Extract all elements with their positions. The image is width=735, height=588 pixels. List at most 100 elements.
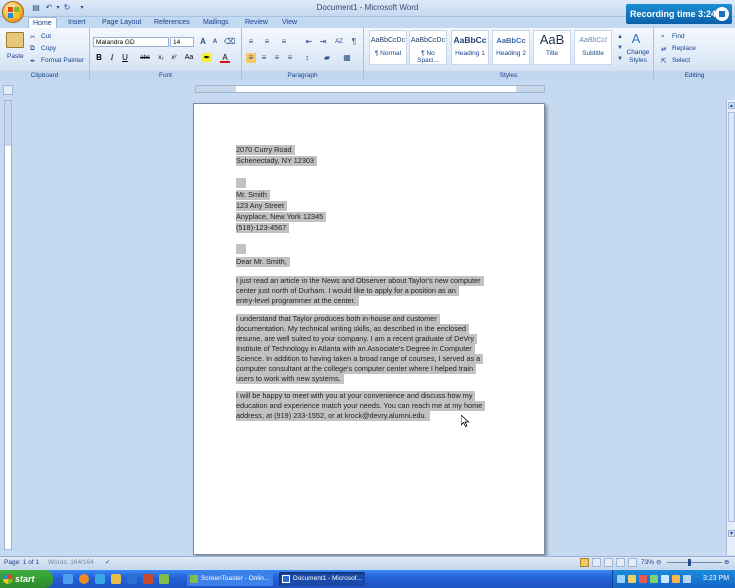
scroll-thumb[interactable]	[728, 112, 735, 522]
borders-icon[interactable]: ▦	[342, 53, 352, 63]
quick-launch-icon[interactable]	[79, 574, 89, 584]
taskbar-item-screentoaster[interactable]: ScreenToaster - Onlin...	[187, 572, 273, 586]
paste-icon[interactable]	[6, 32, 24, 48]
tab-view[interactable]: View	[278, 17, 301, 28]
tray-icon[interactable]	[617, 575, 625, 583]
format-painter-button[interactable]: Format Painter	[41, 57, 84, 64]
vertical-ruler[interactable]	[4, 100, 12, 550]
quick-launch-icon[interactable]	[143, 574, 153, 584]
style-title[interactable]: AaB Title	[533, 30, 571, 65]
tab-home[interactable]: Home	[28, 17, 57, 28]
start-button[interactable]: start	[0, 570, 53, 588]
select-icon[interactable]: ⇱	[661, 57, 666, 65]
styles-more-icon[interactable]: ▼	[615, 54, 625, 64]
bold-icon[interactable]: B	[94, 53, 104, 63]
document-page[interactable]: 2070 Curry Road Schenectady, NY 12303 Mr…	[193, 103, 545, 555]
tab-review[interactable]: Review	[241, 17, 272, 28]
text-line[interactable]: Mr. Smith	[236, 190, 270, 200]
office-button[interactable]	[2, 1, 24, 23]
quick-launch-icon[interactable]	[63, 574, 73, 584]
find-button[interactable]: Find	[672, 33, 685, 40]
superscript-icon[interactable]: x²	[169, 53, 179, 63]
grow-font-icon[interactable]: A	[198, 37, 208, 47]
page-count[interactable]: Page: 1 of 1	[4, 557, 39, 569]
scroll-up-icon[interactable]: ▲	[728, 102, 735, 109]
replace-button[interactable]: Replace	[672, 45, 696, 52]
highlight-icon[interactable]: ✒	[202, 53, 212, 62]
text-line[interactable]: Institute of Technology in Atlanta with …	[236, 344, 475, 354]
quick-launch-icon[interactable]	[127, 574, 137, 584]
clear-formatting-icon[interactable]: ⌫	[224, 37, 235, 47]
text-line[interactable]: I understand that Taylor produces both i…	[236, 314, 440, 324]
tab-insert[interactable]: Insert	[64, 17, 90, 28]
text-line[interactable]: Science. In addition to having taken a b…	[236, 354, 484, 364]
sort-icon[interactable]: AZ	[334, 37, 344, 47]
text-line[interactable]: computer consultant at the college's com…	[236, 364, 477, 374]
strikethrough-icon[interactable]: abc	[140, 53, 150, 63]
zoom-slider-thumb[interactable]	[688, 559, 691, 566]
volume-icon[interactable]	[683, 575, 691, 583]
multilevel-list-icon[interactable]: ≡	[279, 37, 289, 47]
text-line[interactable]: education and experience match your need…	[236, 401, 486, 411]
format-painter-icon[interactable]: ✒	[30, 57, 35, 65]
font-color-icon[interactable]: A	[220, 53, 230, 63]
change-styles-icon[interactable]: A	[631, 32, 641, 45]
tab-page-layout[interactable]: Page Layout	[98, 17, 145, 28]
underline-icon[interactable]: U	[120, 53, 130, 63]
text-line[interactable]: entry-level programmer at the center.	[236, 296, 359, 306]
align-center-icon[interactable]: ≡	[259, 53, 269, 63]
copy-button[interactable]: Copy	[41, 45, 56, 52]
redo-icon[interactable]: ↻	[62, 3, 72, 13]
text-line[interactable]: users to work with new systems.	[236, 374, 344, 384]
text-line[interactable]: center just north of Durham. I would lik…	[236, 286, 459, 296]
zoom-level[interactable]: 73%	[641, 557, 654, 569]
align-left-icon[interactable]: ≡	[246, 53, 256, 63]
ruler-toggle-icon[interactable]	[3, 85, 13, 95]
text-line[interactable]: Schenectady, NY 12303	[236, 156, 318, 166]
replace-icon[interactable]: ⇄	[661, 45, 666, 53]
zoom-out-icon[interactable]: ⊖	[656, 557, 661, 569]
tray-icon[interactable]	[628, 575, 636, 583]
taskbar-item-word[interactable]: Document1 - Microsof...	[279, 572, 365, 586]
text-line[interactable]: 2070 Curry Road	[236, 145, 295, 155]
text-line[interactable]: Anyplace, New York 12345	[236, 212, 327, 222]
horizontal-ruler[interactable]	[195, 85, 545, 93]
cut-button[interactable]: Cut	[41, 33, 51, 40]
select-button[interactable]: Select	[672, 57, 690, 64]
styles-scroll-down-icon[interactable]: ▼	[615, 43, 625, 53]
style-subtitle[interactable]: AaBbCcI Subtitle	[574, 30, 612, 65]
draft-icon[interactable]	[628, 558, 637, 567]
subscript-icon[interactable]: x₂	[156, 53, 166, 63]
shading-icon[interactable]: ▰	[322, 53, 332, 63]
style-heading-2[interactable]: AaBbCc Heading 2	[492, 30, 530, 65]
text-line[interactable]: I will be happy to meet with you at your…	[236, 391, 476, 401]
italic-icon[interactable]: I	[107, 53, 117, 63]
cut-icon[interactable]: ✂	[30, 33, 35, 41]
quick-access-dropdown-icon[interactable]: ▾	[77, 3, 87, 13]
line-spacing-icon[interactable]: ↕	[302, 53, 312, 63]
text-line[interactable]: Dear Mr. Smith,	[236, 257, 290, 267]
print-layout-icon[interactable]	[580, 558, 589, 567]
tray-icon[interactable]	[661, 575, 669, 583]
quick-launch-icon[interactable]	[159, 574, 169, 584]
outline-icon[interactable]	[616, 558, 625, 567]
tray-icon[interactable]	[639, 575, 647, 583]
justify-icon[interactable]: ≡	[285, 53, 295, 63]
web-layout-icon[interactable]	[604, 558, 613, 567]
text-line[interactable]: documentation. My technical writing skil…	[236, 324, 469, 334]
tray-icon[interactable]	[650, 575, 658, 583]
change-styles-button[interactable]: Change Styles	[625, 49, 651, 65]
show-formatting-icon[interactable]: ¶	[349, 37, 359, 47]
styles-scroll-up-icon[interactable]: ▲	[615, 32, 625, 42]
text-line[interactable]: resume, are well suited to your company.…	[236, 334, 478, 344]
paste-button[interactable]: Paste	[7, 53, 24, 60]
decrease-indent-icon[interactable]: ⇤	[304, 37, 314, 47]
shrink-font-icon[interactable]: A	[210, 37, 220, 47]
style-heading-1[interactable]: AaBbCc Heading 1	[451, 30, 489, 65]
stop-recording-icon[interactable]	[715, 7, 729, 21]
zoom-in-icon[interactable]: ⊕	[724, 557, 729, 569]
text-line[interactable]: 123 Any Street	[236, 201, 287, 211]
change-case-icon[interactable]: Aa	[184, 53, 194, 63]
align-right-icon[interactable]: ≡	[272, 53, 282, 63]
tab-references[interactable]: References	[150, 17, 194, 28]
